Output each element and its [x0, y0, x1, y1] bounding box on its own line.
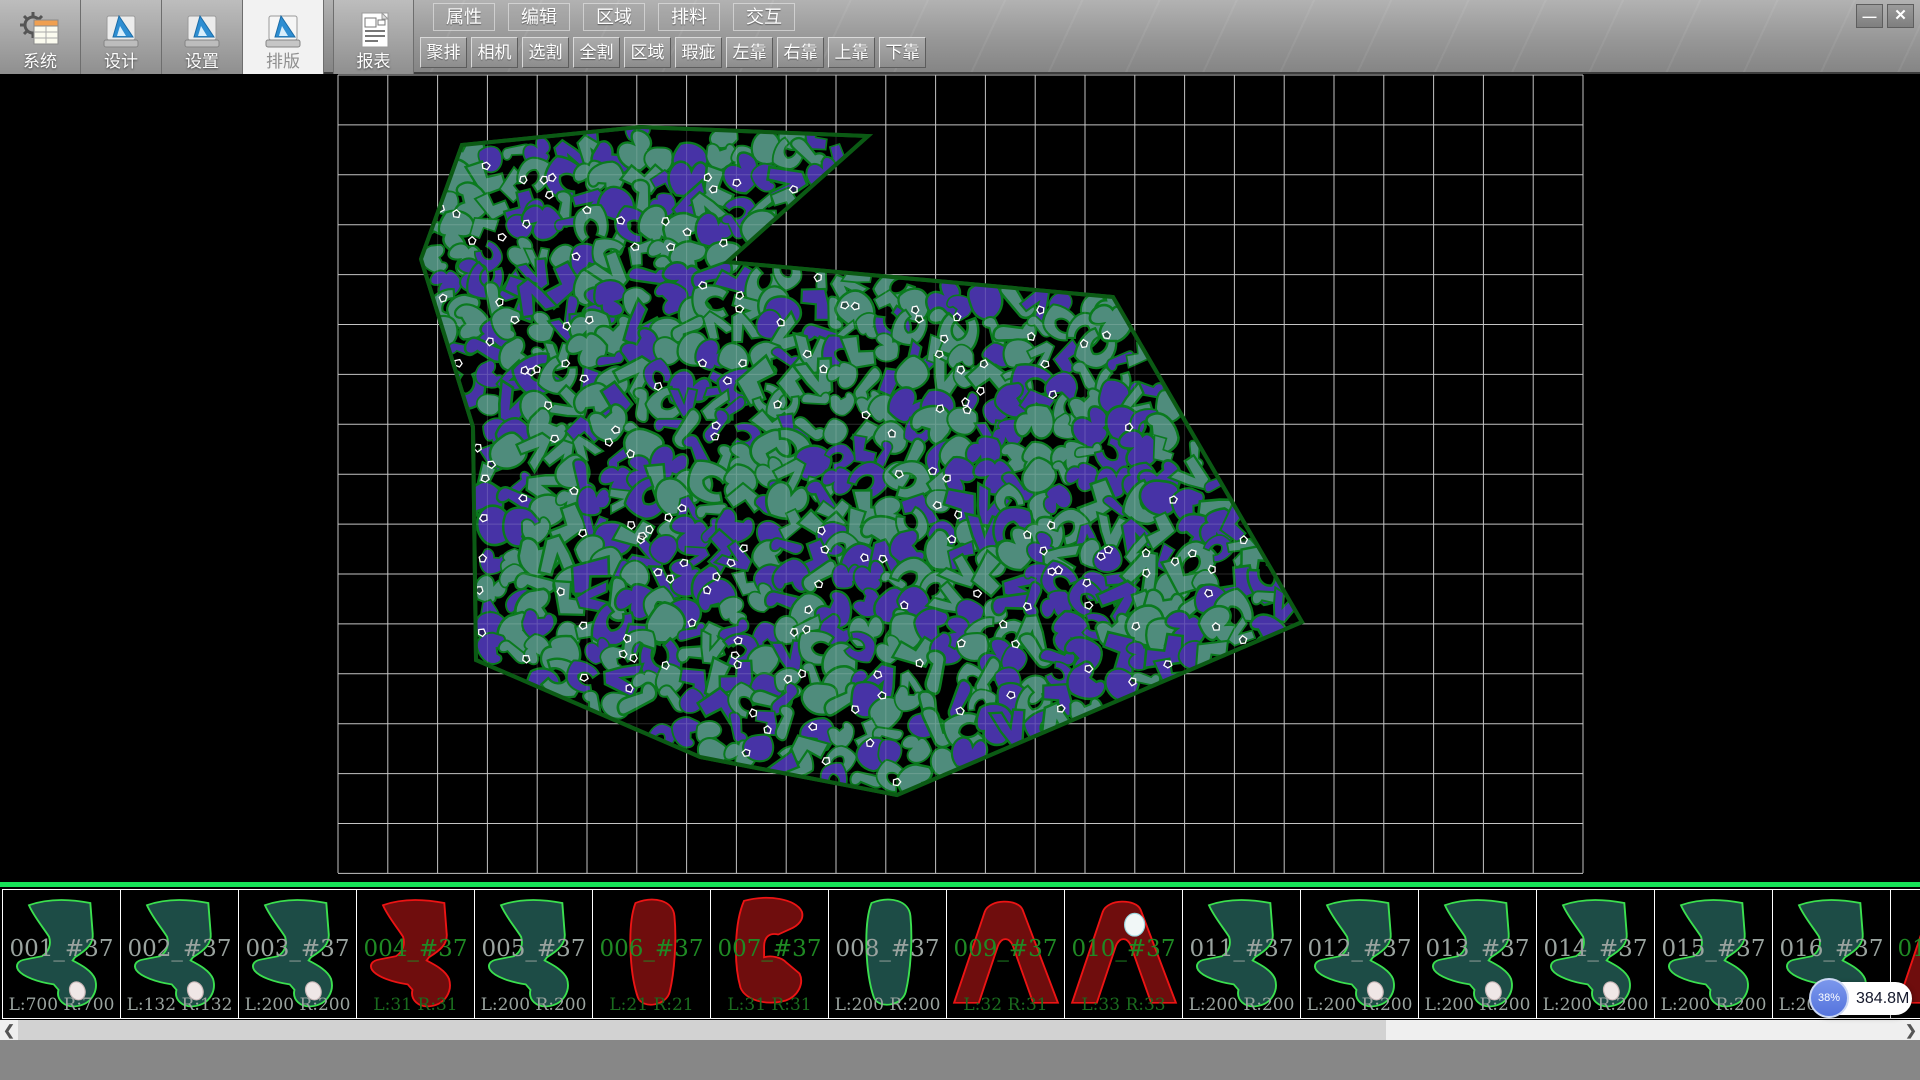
- piece-id-label: 016_#37: [1773, 936, 1890, 962]
- tool-button-snap-top[interactable]: 上靠: [828, 37, 875, 68]
- thumbnail-piece-008[interactable]: 008_#37 L:200 R:200: [829, 890, 947, 1018]
- tool-button-defect[interactable]: 瑕疵: [675, 37, 722, 68]
- piece-id-label: 017_#37: [1891, 936, 1920, 962]
- thumbnail-piece-002[interactable]: 002_#37 L:132 R:132: [121, 890, 239, 1018]
- status-bar: [0, 1040, 1920, 1080]
- menu-tab-nest[interactable]: 排料: [658, 3, 720, 31]
- piece-lr-count: L:200 R:200: [1301, 995, 1418, 1015]
- thumbnail-piece-003[interactable]: 003_#37 L:200 R:200: [239, 890, 357, 1018]
- thumbnail-piece-005[interactable]: 005_#37 L:200 R:200: [475, 890, 593, 1018]
- nesting-ruler-icon: [261, 10, 305, 53]
- nesting-canvas[interactable]: [0, 74, 1920, 880]
- piece-lr-count: L:200 R:200: [475, 995, 592, 1015]
- piece-lr-count: L:200 R:200: [829, 995, 946, 1015]
- piece-lr-count: L:200 R:200: [1419, 995, 1536, 1015]
- toolbar-button-label: 排版: [266, 53, 300, 71]
- minimize-button[interactable]: —: [1856, 4, 1883, 28]
- piece-lr-count: L:33 R:33: [1065, 995, 1182, 1015]
- tool-button-select-cut[interactable]: 选割: [522, 37, 569, 68]
- settings-ruler-icon: [180, 10, 224, 53]
- thumbnail-piece-007[interactable]: 007_#37 L:31 R:31: [711, 890, 829, 1018]
- tool-button-cut-all[interactable]: 全割: [573, 37, 620, 68]
- piece-lr-count: L:200 R:200: [1183, 995, 1300, 1015]
- scroll-left-icon[interactable]: ❮: [0, 1020, 18, 1040]
- close-button[interactable]: ✕: [1887, 4, 1914, 28]
- thumbnail-piece-006[interactable]: 006_#37 L:21 R:21: [593, 890, 711, 1018]
- thumbnail-piece-004[interactable]: 004_#37 L:31 R:31: [357, 890, 475, 1018]
- memory-value: 384.8M: [1856, 982, 1909, 1015]
- tool-button-camera[interactable]: 相机: [471, 37, 518, 68]
- tool-button-snap-left[interactable]: 左靠: [726, 37, 773, 68]
- piece-lr-count: L:132 R:132: [121, 995, 238, 1015]
- thumbnail-piece-001[interactable]: 001_#37 L:700 R:700: [3, 890, 121, 1018]
- ribbon-header: 系统 设计 设置: [0, 0, 1920, 74]
- toolbar-button-settings[interactable]: 设置: [162, 0, 243, 74]
- thumbnail-piece-010[interactable]: 010_#37 L:33 R:33: [1065, 890, 1183, 1018]
- tool-button-snap-bottom[interactable]: 下靠: [879, 37, 926, 68]
- thumbnail-cells: 001_#37L:700 R:700002_#37L:132 R:132003_…: [2, 889, 1920, 1019]
- tool-button-region[interactable]: 区域: [624, 37, 671, 68]
- piece-id-label: 003_#37: [239, 936, 356, 962]
- piece-id-label: 005_#37: [475, 936, 592, 962]
- menu-tab-interact[interactable]: 交互: [733, 3, 795, 31]
- nested-pieces: [416, 111, 1302, 808]
- menu-tab-properties[interactable]: 属性: [433, 3, 495, 31]
- piece-id-label: 008_#37: [829, 936, 946, 962]
- piece-thumbnail-strip: 001_#37L:700 R:700002_#37L:132 R:132003_…: [0, 880, 1920, 1020]
- piece-id-label: 007_#37: [711, 936, 828, 962]
- memory-progress-badge: 38% 384.8M: [1812, 982, 1912, 1015]
- system-gear-icon: [18, 10, 62, 53]
- scroll-right-icon[interactable]: ❯: [1902, 1020, 1920, 1040]
- thumbnail-piece-015[interactable]: 015_#37 L:200 R:200: [1655, 890, 1773, 1018]
- piece-id-label: 002_#37: [121, 936, 238, 962]
- piece-lr-count: L:21 R:21: [593, 995, 710, 1015]
- design-ruler-icon: [99, 10, 143, 53]
- piece-id-label: 013_#37: [1419, 936, 1536, 962]
- piece-lr-count: L:200 R:200: [1537, 995, 1654, 1015]
- piece-id-label: 011_#37: [1183, 936, 1300, 962]
- toolbar-button-nesting[interactable]: 排版: [243, 0, 324, 74]
- strip-accent-line: [0, 882, 1920, 887]
- piece-lr-count: L:31 R:31: [357, 995, 474, 1015]
- piece-id-label: 010_#37: [1065, 936, 1182, 962]
- piece-id-label: 006_#37: [593, 936, 710, 962]
- piece-id-label: 012_#37: [1301, 936, 1418, 962]
- piece-id-label: 004_#37: [357, 936, 474, 962]
- tool-button-cluster-nest[interactable]: 聚排: [420, 37, 467, 68]
- piece-id-label: 009_#37: [947, 936, 1064, 962]
- piece-id-label: 001_#37: [3, 936, 120, 962]
- tool-button-bar: 聚排相机选割全割区域瑕疵左靠右靠上靠下靠: [420, 37, 926, 68]
- piece-lr-count: L:32 R:31: [947, 995, 1064, 1015]
- menu-tab-region[interactable]: 区域: [583, 3, 645, 31]
- tool-button-snap-right[interactable]: 右靠: [777, 37, 824, 68]
- progress-circle: 38%: [1809, 978, 1849, 1018]
- piece-id-label: 014_#37: [1537, 936, 1654, 962]
- report-icon: [352, 10, 396, 53]
- piece-lr-count: L:200 R:200: [1655, 995, 1772, 1015]
- piece-lr-count: L:200 R:200: [239, 995, 356, 1015]
- thumbnail-piece-011[interactable]: 011_#37 L:200 R:200: [1183, 890, 1301, 1018]
- thumbnail-piece-009[interactable]: 009_#37 L:32 R:31: [947, 890, 1065, 1018]
- piece-hole: [1125, 913, 1145, 936]
- thumbnail-piece-014[interactable]: 014_#37 L:200 R:200: [1537, 890, 1655, 1018]
- horizontal-scrollbar[interactable]: ❮ ❯: [0, 1020, 1920, 1040]
- piece-id-label: 015_#37: [1655, 936, 1772, 962]
- toolbar-button-report[interactable]: 报表: [333, 0, 414, 74]
- toolbar-button-label: 报表: [357, 53, 391, 71]
- thumbnail-piece-012[interactable]: 012_#37 L:200 R:200: [1301, 890, 1419, 1018]
- toolbar-button-label: 设置: [185, 53, 219, 71]
- toolbar-button-label: 系统: [23, 53, 57, 71]
- menu-tab-edit[interactable]: 编辑: [508, 3, 570, 31]
- piece-lr-count: L:700 R:700: [3, 995, 120, 1015]
- toolbar-button-system[interactable]: 系统: [0, 0, 81, 74]
- piece-lr-count: L:31 R:31: [711, 995, 828, 1015]
- menu-tab-bar: 属性编辑区域排料交互: [433, 3, 795, 32]
- scrollbar-thumb[interactable]: [18, 1020, 1386, 1040]
- main-toolbar: 系统 设计 设置: [0, 0, 414, 74]
- thumbnail-piece-013[interactable]: 013_#37 L:200 R:200: [1419, 890, 1537, 1018]
- toolbar-button-label: 设计: [104, 53, 138, 71]
- toolbar-button-design[interactable]: 设计: [81, 0, 162, 74]
- nesting-drawing: [0, 74, 1920, 880]
